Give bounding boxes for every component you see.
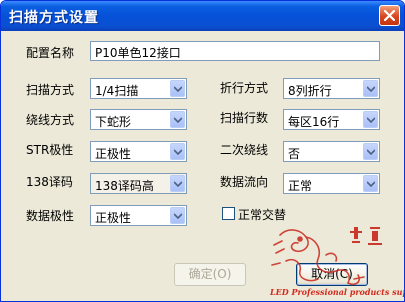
config-name-label: 配置名称 — [26, 46, 75, 60]
scan-mode-value: 1/4扫描 — [95, 84, 139, 98]
dropdown-arrow-button[interactable] — [363, 80, 378, 97]
wiring-mode-value: 下蛇形 — [95, 115, 132, 129]
secondary-wiring-label: 二次绕线 — [220, 143, 269, 157]
scan-mode-select[interactable]: 1/4扫描 — [90, 78, 187, 99]
dropdown-arrow-button[interactable] — [363, 143, 378, 160]
logo-caption: LED Professional products suppliers — [270, 287, 404, 297]
dropdown-arrow-button[interactable] — [170, 111, 185, 128]
close-icon — [384, 10, 395, 21]
scan-rows-label: 扫描行数 — [220, 111, 269, 125]
config-name-input[interactable]: P10单色12接口 — [90, 41, 380, 61]
chevron-down-icon — [174, 86, 182, 92]
scan-mode-label: 扫描方式 — [26, 83, 75, 97]
title-bar[interactable]: 扫描方式设置 — [1, 1, 404, 31]
window-title: 扫描方式设置 — [9, 10, 99, 26]
data-flow-label: 数据流向 — [220, 175, 269, 189]
scan-rows-value: 每区16行 — [288, 115, 340, 129]
scan-rows-select[interactable]: 每区16行 — [283, 109, 380, 130]
decoder-label: 138译码 — [26, 175, 73, 189]
dropdown-arrow-button[interactable] — [170, 80, 185, 97]
data-polarity-select[interactable]: 正极性 — [90, 205, 187, 226]
secondary-wiring-select[interactable]: 否 — [283, 141, 380, 162]
decoder-select[interactable]: 138译码高 — [90, 173, 187, 194]
secondary-wiring-value: 否 — [288, 147, 301, 161]
dropdown-arrow-button[interactable] — [170, 175, 185, 192]
ok-button[interactable]: 确定(O) — [174, 263, 246, 286]
data-flow-select[interactable]: 正常 — [283, 173, 380, 194]
alternate-checkbox[interactable] — [222, 207, 235, 220]
close-button[interactable] — [379, 5, 400, 26]
chevron-down-icon — [367, 181, 375, 187]
dropdown-arrow-button[interactable] — [170, 207, 185, 224]
chevron-down-icon — [174, 149, 182, 155]
decoder-value: 138译码高 — [95, 179, 154, 193]
wiring-mode-select[interactable]: 下蛇形 — [90, 109, 187, 130]
fold-mode-label: 折行方式 — [220, 81, 269, 95]
chevron-down-icon — [367, 86, 375, 92]
chevron-down-icon — [174, 213, 182, 219]
dialog-body: 配置名称 P10单色12接口 扫描方式 1/4扫描 折行方式 8列折行 绕线方式… — [4, 31, 404, 299]
wiring-mode-label: 绕线方式 — [26, 113, 75, 127]
chevron-down-icon — [174, 117, 182, 123]
fold-mode-value: 8列折行 — [288, 84, 332, 98]
chevron-down-icon — [174, 181, 182, 187]
data-flow-value: 正常 — [288, 179, 313, 193]
chevron-down-icon — [367, 117, 375, 123]
dropdown-arrow-button[interactable] — [170, 143, 185, 160]
data-polarity-label: 数据极性 — [26, 209, 75, 223]
str-polarity-select[interactable]: 正极性 — [90, 141, 187, 162]
str-polarity-value: 正极性 — [95, 147, 132, 161]
chevron-down-icon — [367, 149, 375, 155]
str-polarity-label: STR极性 — [26, 143, 74, 157]
dropdown-arrow-button[interactable] — [363, 175, 378, 192]
dropdown-arrow-button[interactable] — [363, 111, 378, 128]
fold-mode-select[interactable]: 8列折行 — [283, 78, 380, 99]
scan-settings-dialog: 扫描方式设置 配置名称 P10单色12接口 扫描方式 1/4扫描 折行方式 8列… — [0, 0, 405, 302]
data-polarity-value: 正极性 — [95, 211, 132, 225]
